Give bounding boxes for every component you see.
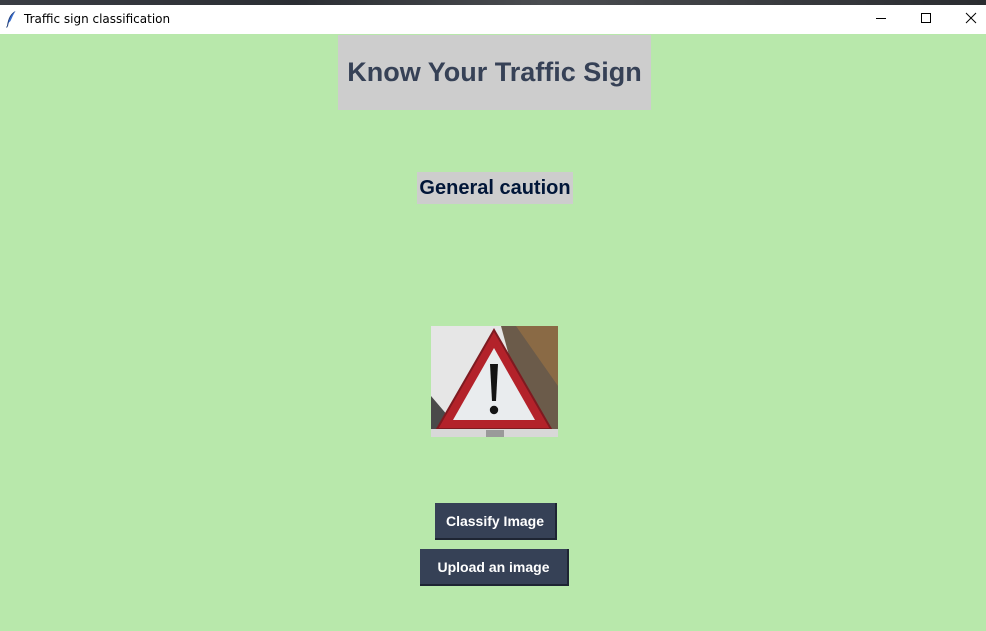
upload-image-button[interactable]: Upload an image <box>420 549 569 586</box>
general-caution-sign <box>431 326 558 437</box>
close-button[interactable] <box>948 5 986 34</box>
app-window: Traffic sign classification Know Your Tr… <box>0 5 986 631</box>
minimize-button[interactable] <box>858 5 904 34</box>
close-icon <box>965 11 977 29</box>
maximize-button[interactable] <box>903 5 949 34</box>
window-title: Traffic sign classification <box>24 12 171 26</box>
title-bar[interactable]: Traffic sign classification <box>0 5 986 34</box>
uploaded-sign-image <box>431 326 558 437</box>
prediction-label: General caution <box>417 172 573 204</box>
app-content: Know Your Traffic Sign General caution C… <box>0 34 986 631</box>
classify-image-button[interactable]: Classify Image <box>435 503 557 540</box>
page-heading: Know Your Traffic Sign <box>338 35 651 110</box>
feather-icon <box>5 10 17 28</box>
minimize-icon <box>875 11 887 29</box>
maximize-icon <box>920 11 932 29</box>
